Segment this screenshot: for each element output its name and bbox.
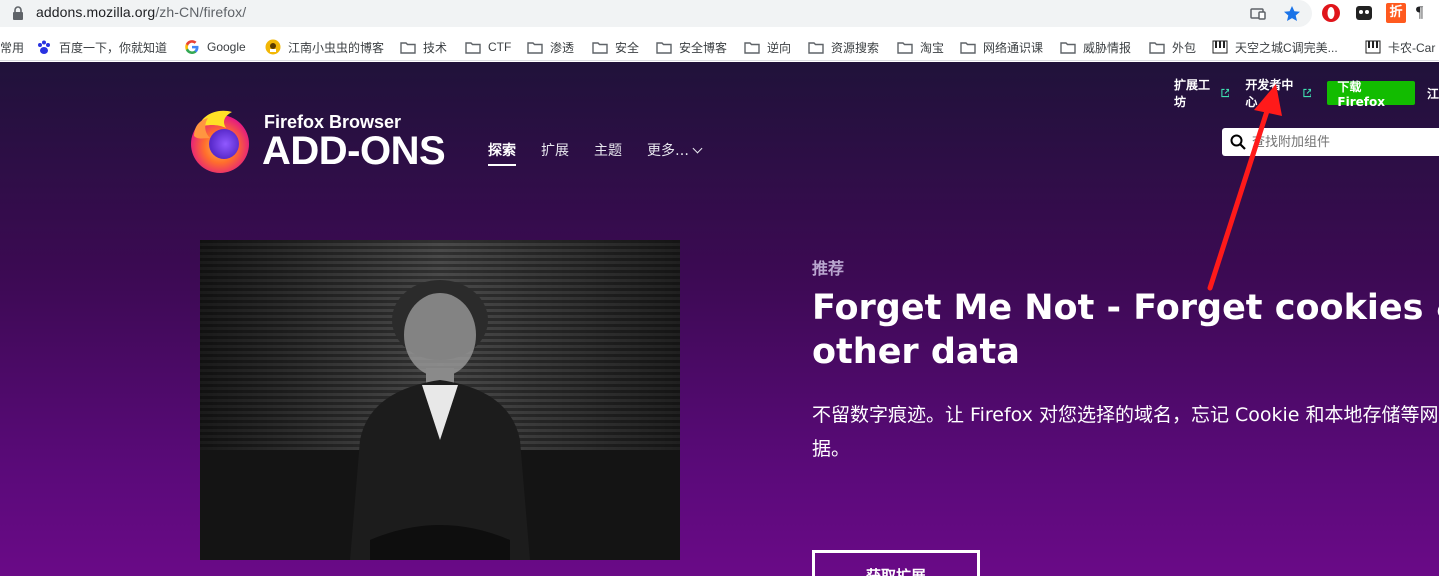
extension-workshop-link[interactable]: 扩展工坊: [1174, 76, 1229, 110]
promo-label: 推荐: [812, 259, 845, 278]
bookmark-label: 天空之城C调完美...: [1235, 40, 1338, 55]
bookmarks-bar: 常用 百度一下，你就知道 Google 江南小虫虫的博客 技术 CTF 渗透 安…: [0, 33, 1439, 61]
search-icon: [1230, 134, 1246, 150]
browser-toolbar: addons.mozilla.org/zh-CN/firefox/ 折 ¶: [0, 0, 1439, 28]
bookmark-item[interactable]: 天空之城C调完美...: [1212, 37, 1338, 57]
nav-more-label: 更多…: [647, 143, 689, 159]
cast-icon[interactable]: [1248, 4, 1268, 24]
bookmark-label: 安全: [615, 40, 640, 55]
bookmark-star-icon[interactable]: [1282, 4, 1302, 24]
ext-icon-2[interactable]: [1354, 3, 1374, 23]
bookmark-label: 逆向: [767, 40, 792, 55]
bookmark-item[interactable]: CTF: [465, 37, 511, 57]
avatar-icon: [265, 39, 281, 55]
amo-page: 扩展工坊 开发者中心 下载 Firefox 江 Firefox Browser …: [0, 62, 1439, 576]
bookmark-item[interactable]: 威胁情报: [1060, 37, 1131, 57]
bookmark-label: 常用: [0, 40, 25, 55]
nav-themes[interactable]: 主题: [594, 140, 622, 166]
bookmark-item[interactable]: 渗透: [527, 37, 574, 57]
developer-hub-link[interactable]: 开发者中心: [1245, 76, 1312, 110]
firefox-logo-icon[interactable]: [188, 106, 252, 174]
promo-image[interactable]: [200, 240, 680, 560]
bookmark-label: 安全博客: [679, 40, 728, 55]
user-menu-truncated[interactable]: 江: [1427, 85, 1439, 102]
address-bar[interactable]: addons.mozilla.org/zh-CN/firefox/: [0, 0, 1312, 27]
bookmark-label: 技术: [423, 40, 448, 55]
search-box[interactable]: [1222, 128, 1439, 156]
folder-icon: [465, 41, 481, 54]
get-extension-button[interactable]: 获取扩展: [812, 550, 980, 576]
promo-description: 不留数字痕迹。让 Firefox 对您选择的域名，忘记 Cookie 和本地存储…: [812, 404, 1439, 460]
lock-icon[interactable]: [12, 6, 24, 20]
nav-extensions[interactable]: 扩展: [541, 140, 569, 166]
bookmark-item[interactable]: 江南小虫虫的博客: [265, 37, 384, 57]
folder-icon: [592, 41, 608, 54]
folder-icon: [1149, 41, 1165, 54]
bookmark-label: Google: [207, 40, 246, 54]
bookmark-item[interactable]: 网络通识课: [960, 37, 1043, 57]
bookmark-label: 威胁情报: [1083, 40, 1132, 55]
folder-icon: [744, 41, 760, 54]
external-link-icon: [1220, 88, 1229, 98]
bookmark-label: 百度一下，你就知道: [59, 40, 168, 55]
opera-extension-icon[interactable]: [1321, 3, 1341, 23]
bookmark-label: CTF: [488, 40, 512, 54]
folder-icon: [897, 41, 913, 54]
bookmark-item[interactable]: 淘宝: [897, 37, 944, 57]
bookmark-label: 外包: [1172, 40, 1197, 55]
external-link-icon: [1302, 88, 1312, 98]
folder-icon: [656, 41, 672, 54]
bookmark-item[interactable]: 逆向: [744, 37, 791, 57]
bookmark-item[interactable]: 卡农-Car: [1365, 37, 1435, 57]
download-firefox-button[interactable]: 下载 Firefox: [1327, 80, 1415, 109]
ext-icon-3[interactable]: 折: [1386, 3, 1406, 23]
folder-icon: [400, 41, 416, 54]
toplink-label: 扩展工坊: [1174, 78, 1211, 109]
bookmark-item[interactable]: 技术: [400, 37, 447, 57]
folder-icon: [1060, 41, 1076, 54]
url-host: addons.mozilla.org: [36, 4, 156, 20]
bookmark-label: 淘宝: [920, 40, 945, 55]
folder-icon: [808, 41, 824, 54]
google-g-icon: [185, 40, 199, 54]
bookmark-item[interactable]: 百度一下，你就知道: [36, 37, 167, 57]
promo-photo: [200, 240, 680, 560]
bookmark-label: 渗透: [550, 40, 575, 55]
piano-icon: [1212, 40, 1228, 54]
url-path: /zh-CN/firefox/: [155, 4, 247, 20]
search-input[interactable]: [1252, 134, 1432, 150]
chevron-down-icon: [692, 143, 703, 154]
bookmark-label: 卡农-Car: [1388, 40, 1436, 55]
folder-icon: [527, 41, 543, 54]
bookmark-item[interactable]: 安全博客: [656, 37, 727, 57]
toplink-label: 开发者中心: [1245, 78, 1294, 109]
bookmark-item[interactable]: 外包: [1149, 37, 1196, 57]
bookmark-label: 资源搜索: [831, 40, 880, 55]
nav-more[interactable]: 更多…: [647, 140, 703, 166]
main-nav: 探索 扩展 主题 更多…: [488, 140, 726, 166]
promo-title[interactable]: Forget Me Not - Forget cookies & other d…: [812, 286, 1439, 374]
bookmark-item[interactable]: 安全: [592, 37, 639, 57]
bookmark-label: 江南小虫虫的博客: [288, 40, 385, 55]
header-toplinks: 扩展工坊 开发者中心 下载 Firefox 江: [1174, 76, 1439, 110]
piano-icon: [1365, 40, 1381, 54]
url-text[interactable]: addons.mozilla.org/zh-CN/firefox/: [36, 4, 246, 20]
pilcrow-icon[interactable]: ¶: [1416, 3, 1436, 23]
bookmark-label: 网络通识课: [983, 40, 1044, 55]
bookmark-item[interactable]: Google: [184, 37, 246, 57]
brand-title[interactable]: ADD-ONS: [262, 129, 446, 174]
bookmark-item[interactable]: 资源搜索: [808, 37, 879, 57]
nav-explore[interactable]: 探索: [488, 140, 516, 166]
baidu-paw-icon: [38, 40, 50, 54]
folder-icon: [960, 41, 976, 54]
bookmark-item[interactable]: 常用: [0, 37, 24, 57]
